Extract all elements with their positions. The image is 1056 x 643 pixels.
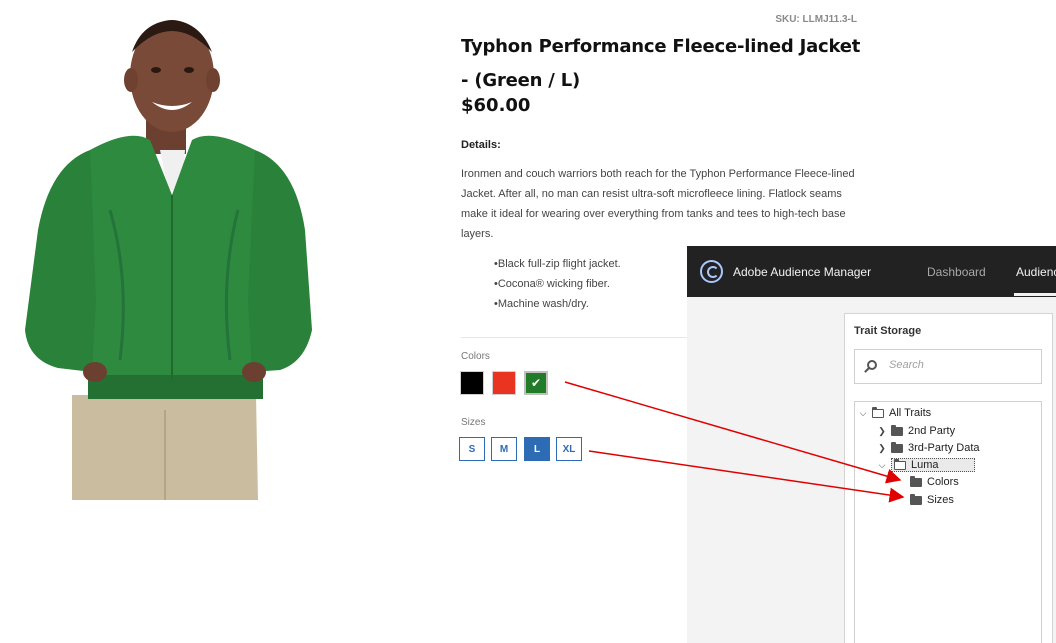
feature-item: Black full-zip flight jacket. [494,254,621,274]
tree-node-label: 3rd-Party Data [908,442,980,454]
folder-icon [910,493,922,505]
folder-open-icon [872,406,884,418]
folder-icon [910,475,922,487]
product-price: $60.00 [461,95,531,116]
tree-node-all-traits[interactable]: ⌵ All Traits [858,405,931,421]
size-option-xl[interactable]: XL [556,437,582,461]
check-icon: ✔ [530,376,542,390]
color-swatch-black[interactable] [460,371,484,395]
folder-icon [891,424,903,436]
tree-node-label: Colors [927,476,959,488]
active-nav-indicator [1014,293,1056,296]
color-swatch-red[interactable] [492,371,516,395]
tree-node-sizes[interactable]: Sizes [910,492,954,508]
folder-icon [891,441,903,453]
search-icon [867,360,877,370]
feature-item: Machine wash/dry. [494,294,621,314]
color-swatch-green[interactable]: ✔ [524,371,548,395]
tree-node-label: Luma [911,459,939,471]
divider [461,337,701,338]
trait-search-box[interactable] [854,349,1042,384]
tree-node-luma[interactable]: ⌵ Luma [877,457,975,473]
audience-manager-logo-icon[interactable] [700,260,723,283]
product-description: Ironmen and couch warriors both reach fo… [461,168,855,240]
product-title: Typhon Performance Fleece-lined Jacket -… [461,36,861,91]
size-option-m[interactable]: M [491,437,517,461]
colors-label: Colors [461,351,490,362]
details-heading: Details: [461,139,501,151]
chevron-down-icon[interactable]: ⌵ [858,408,868,419]
tree-node-selected: Luma [891,458,975,472]
folder-open-icon [894,458,906,470]
chevron-right-icon[interactable]: ❯ [877,426,887,437]
sizes-label: Sizes [461,417,486,428]
product-image [25,20,312,500]
size-option-s[interactable]: S [459,437,485,461]
size-option-l[interactable]: L [524,437,550,461]
tree-node-3rd-party-data[interactable]: ❯ 3rd-Party Data [877,440,980,456]
nav-audience[interactable]: Audience [1016,265,1056,279]
feature-item: Cocona® wicking fiber. [494,274,621,294]
app-name: Adobe Audience Manager [733,265,872,279]
feature-list: Black full-zip flight jacket. Cocona® wi… [494,254,621,314]
tree-node-label: All Traits [889,407,932,419]
tree-node-colors[interactable]: Colors [910,474,959,490]
app-header: Adobe Audience Manager Dashboard Audienc… [687,246,1056,297]
product-sku: SKU: LLMJ11.3-L [775,14,857,25]
chevron-right-icon[interactable]: ❯ [877,443,887,454]
nav-dashboard[interactable]: Dashboard [927,265,986,279]
tree-node-2nd-party[interactable]: ❯ 2nd Party [877,423,955,439]
trait-storage-title: Trait Storage [854,325,922,337]
tree-node-label: Sizes [927,494,954,506]
trait-search-input[interactable] [889,359,1029,371]
tree-node-label: 2nd Party [908,425,956,437]
chevron-down-icon[interactable]: ⌵ [877,460,887,471]
